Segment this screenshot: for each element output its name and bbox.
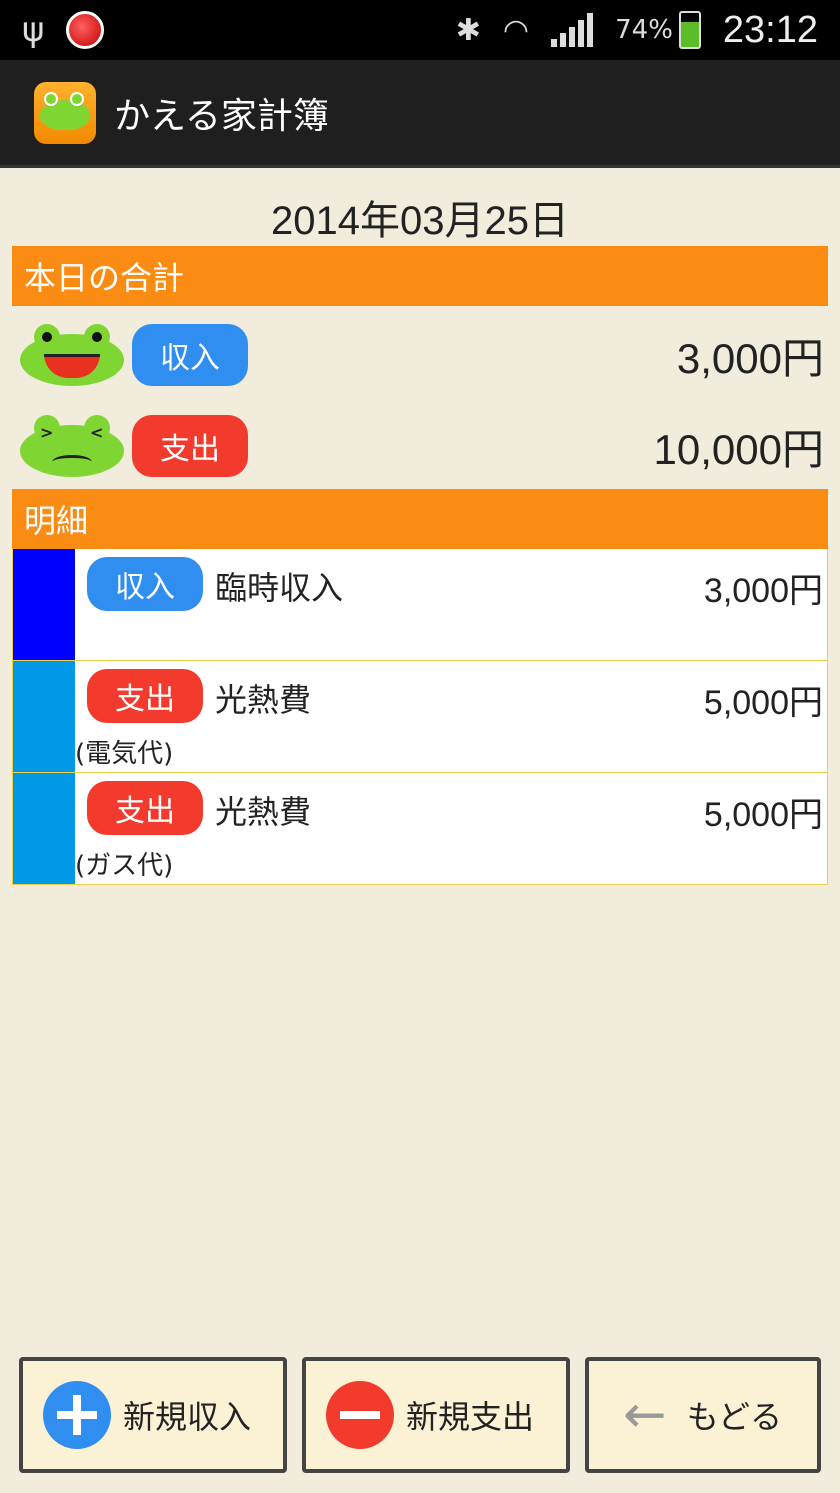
date-label: 2014年03月25日 — [271, 199, 569, 243]
sad-frog-icon: > < — [20, 415, 124, 477]
details-header: 明細 — [12, 489, 828, 549]
expense-badge: 支出 — [132, 415, 248, 477]
status-bar: ψ ✱ ◠ 74% 23:12 — [0, 0, 840, 60]
income-badge: 収入 — [87, 557, 203, 611]
back-label: もどる — [686, 1398, 782, 1436]
expense-badge: 支出 — [87, 669, 203, 723]
bluetooth-icon: ✱ — [455, 12, 481, 48]
category-label: 光熱費 — [215, 681, 312, 719]
minus-icon — [326, 1381, 394, 1449]
new-expense-label: 新規支出 — [406, 1398, 535, 1436]
list-item[interactable]: 支出 光熱費 5,000円 (電気代) — [12, 661, 828, 773]
amount-label: 5,000円 — [703, 684, 823, 722]
category-label: 光熱費 — [215, 793, 312, 831]
plus-icon — [43, 1381, 111, 1449]
category-color-bar — [13, 661, 75, 772]
expense-badge: 支出 — [87, 781, 203, 835]
new-expense-button[interactable]: 新規支出 — [302, 1357, 570, 1473]
new-income-label: 新規収入 — [123, 1398, 252, 1436]
clock: 23:12 — [722, 8, 818, 51]
expense-total: 10,000円 — [653, 425, 824, 473]
battery-icon — [678, 11, 701, 49]
happy-frog-icon — [20, 324, 124, 386]
category-color-bar — [13, 773, 75, 884]
back-arrow-icon: ← — [623, 1385, 667, 1445]
battery-percent: 74% — [615, 15, 673, 45]
note-label: (電気代) — [75, 739, 174, 769]
list-item[interactable]: 支出 光熱費 5,000円 (ガス代) — [12, 773, 828, 885]
amount-label: 5,000円 — [703, 796, 823, 834]
category-label: 臨時収入 — [215, 569, 344, 607]
security-app-icon — [66, 11, 105, 49]
app-title: かえる家計簿 — [114, 95, 329, 137]
summary-header: 本日の合計 — [12, 246, 828, 306]
usb-icon: ψ — [22, 10, 45, 50]
income-badge: 収入 — [132, 324, 248, 386]
signal-icon — [551, 13, 594, 47]
action-bar: かえる家計簿 — [0, 60, 840, 168]
category-color-bar — [13, 549, 75, 660]
note-label: (ガス代) — [75, 851, 174, 881]
back-button[interactable]: ← もどる — [585, 1357, 821, 1473]
detail-list: 収入 臨時収入 3,000円 支出 光熱費 5,000円 (電気代) 支出 光熱… — [12, 549, 828, 885]
new-income-button[interactable]: 新規収入 — [19, 1357, 287, 1473]
wifi-icon: ◠ — [502, 12, 530, 48]
amount-label: 3,000円 — [703, 572, 823, 610]
income-summary-row: 収入 3,000円 — [12, 315, 828, 395]
app-icon[interactable] — [34, 81, 96, 144]
income-total: 3,000円 — [676, 334, 824, 382]
list-item[interactable]: 収入 臨時収入 3,000円 — [12, 549, 828, 661]
expense-summary-row: > < 支出 10,000円 — [12, 406, 828, 486]
